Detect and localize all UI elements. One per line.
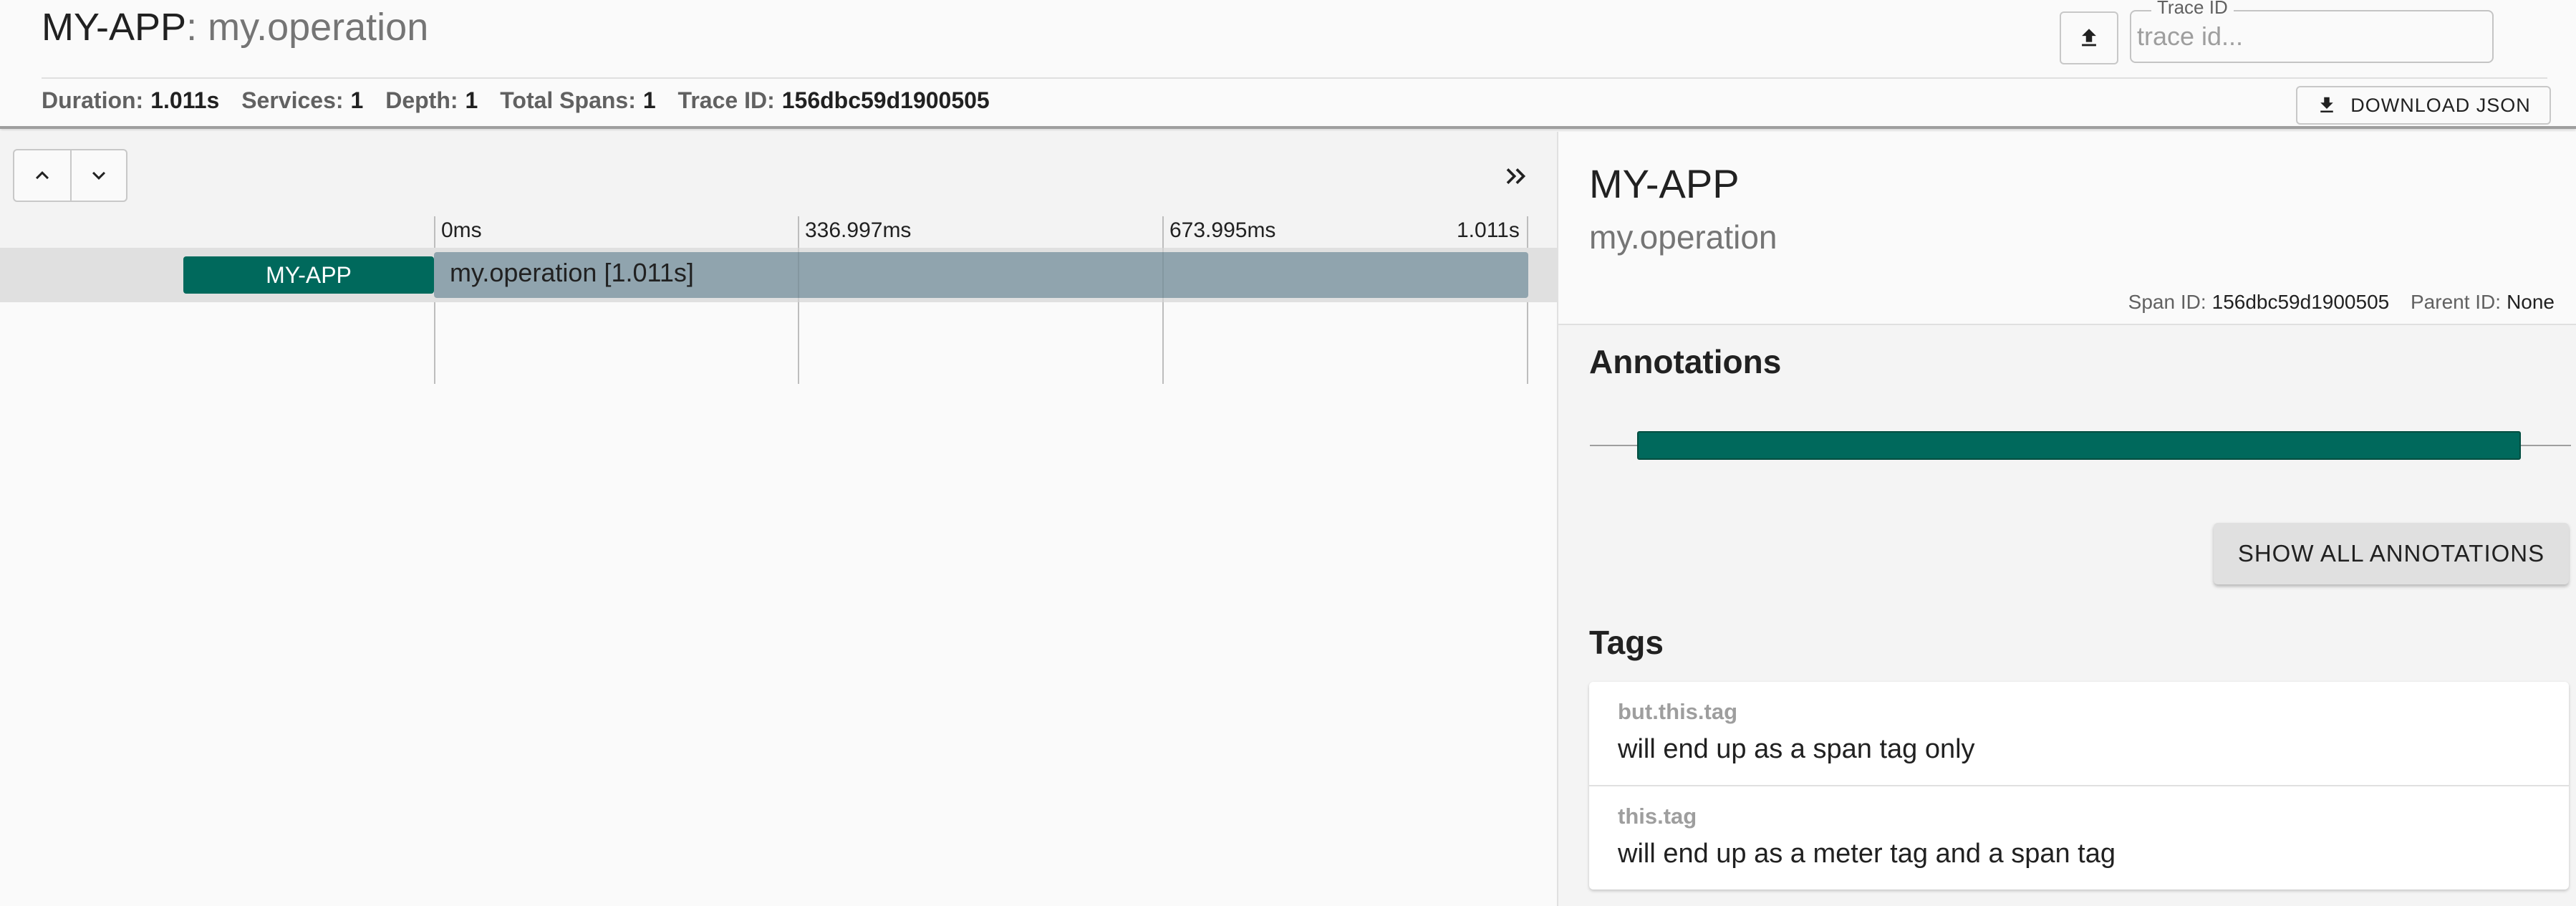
timeline-tick-label: 673.995ms (1169, 218, 1276, 242)
span-ids: Span ID: 156dbc59d1900505 Parent ID: None (2128, 291, 2555, 314)
summary-services-label: Services: (241, 87, 344, 113)
tag-key: this.tag (1618, 804, 1697, 829)
span-navigation (13, 149, 127, 202)
span-detail-panel: MY-APP my.operation Span ID: 156dbc59d190… (1558, 132, 2576, 906)
chevron-down-icon (92, 171, 105, 180)
summary-depth-value: 1 (465, 87, 478, 113)
trace-summary: Duration: 1.011s Services: 1 Depth: 1 Total… (42, 86, 1005, 115)
span-row-tick (798, 248, 799, 302)
upload-icon (2082, 29, 2096, 47)
timeline-tick-label: 0ms (441, 218, 482, 242)
page-title: MY-APP: my.operation (42, 4, 428, 50)
trace-header: MY-APP: my.operation Duration: 1.011s Ser… (0, 0, 2576, 129)
span-bar-label: my.operation [1.011s] (450, 258, 694, 287)
detail-service-name: MY-APP (1589, 161, 1740, 206)
download-icon (2320, 97, 2333, 112)
double-chevron-right-icon (1506, 168, 1526, 184)
expand-timeline-button[interactable] (1501, 160, 1533, 192)
parent-id-label: Parent ID: (2411, 291, 2502, 313)
show-all-annotations-button[interactable]: SHOW ALL ANNOTATIONS (2214, 523, 2569, 584)
title-service-name: MY-APP (42, 6, 187, 49)
span-id-label: Span ID: (2128, 291, 2206, 313)
timeline-tick-label: 336.997ms (805, 218, 912, 242)
download-json-label: DOWNLOAD JSON (2350, 94, 2531, 116)
summary-duration-value: 1.011s (150, 87, 220, 113)
title-operation-name: my.operation (208, 6, 429, 49)
summary-depth-label: Depth: (385, 87, 458, 113)
trace-id-input[interactable] (2137, 20, 2481, 53)
previous-span-button[interactable] (14, 150, 70, 201)
annotations-span-bar[interactable] (1637, 431, 2521, 460)
span-service-badge[interactable]: MY-APP (183, 256, 434, 294)
summary-trace-id-label: Trace ID: (677, 87, 775, 113)
span-bar[interactable]: my.operation [1.011s] (434, 252, 1528, 298)
annotations-title: Annotations (1589, 343, 1782, 380)
title-separator: : (186, 6, 208, 49)
chevron-up-icon (35, 171, 49, 180)
header-divider (42, 77, 2547, 79)
next-span-button[interactable] (69, 150, 126, 201)
tags-list: but.this.tag will end up as a span tag o… (1589, 682, 2569, 890)
summary-trace-id-value: 156dbc59d1900505 (781, 87, 990, 113)
detail-operation-name: my.operation (1589, 218, 1777, 256)
timeline-panel: 0ms 336.997ms 673.995ms 1.011s MY-APP my… (0, 132, 1557, 906)
summary-total-spans-value: 1 (642, 87, 656, 113)
tag-item: but.this.tag will end up as a span tag o… (1589, 682, 2569, 785)
parent-id-value: None (2507, 291, 2555, 313)
summary-services-value: 1 (350, 87, 364, 113)
trace-id-field-label: Trace ID (2151, 0, 2234, 17)
tag-item: this.tag will end up as a meter tag and … (1589, 785, 2569, 888)
tag-key: but.this.tag (1618, 699, 1738, 724)
upload-trace-button[interactable] (2060, 11, 2118, 64)
summary-total-spans-label: Total Spans: (500, 87, 636, 113)
span-detail-header: MY-APP my.operation Span ID: 156dbc59d190… (1558, 132, 2576, 325)
tags-title: Tags (1589, 624, 1664, 661)
tag-value: will end up as a span tag only (1618, 734, 1975, 764)
summary-duration-label: Duration: (42, 87, 144, 113)
timeline-header (0, 132, 1557, 248)
trace-id-field[interactable] (2130, 10, 2494, 63)
tag-value: will end up as a meter tag and a span ta… (1618, 839, 2116, 869)
span-row-tick (1162, 248, 1164, 302)
timeline-tick-label: 1.011s (1457, 218, 1520, 242)
download-json-button[interactable]: DOWNLOAD JSON (2296, 86, 2551, 125)
span-id-value: 156dbc59d1900505 (2211, 291, 2390, 313)
